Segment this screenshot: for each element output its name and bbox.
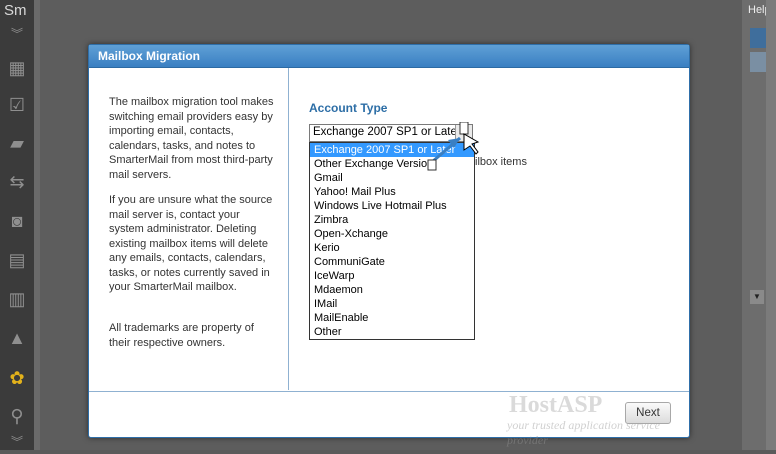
delete-items-label: ilbox items [475,156,527,168]
dialog-title: Mailbox Migration [89,45,689,68]
watermark-title: HostASP [509,392,603,418]
form-pane: Account Type ilbox items Exchange 2007 S… [289,68,689,390]
app-title: Sm [4,2,27,19]
option-open-xchange[interactable]: Open-Xchange [310,227,474,241]
next-button[interactable]: Next [625,402,671,424]
chevrons-down-icon[interactable]: ︾ [5,430,29,454]
gears-icon[interactable]: ✿ [5,366,29,390]
dialog-footer: HostASP your trusted application service… [89,391,689,447]
arrows-icon[interactable]: ⇆ [5,170,29,194]
info-paragraph: All trademarks are property of their res… [109,322,254,349]
info-pane: The mailbox migration tool makes switchi… [89,68,289,390]
account-type-label: Account Type [309,101,388,115]
option-icewarp[interactable]: IceWarp [310,269,474,283]
info-paragraph: The mailbox migration tool makes switchi… [109,96,274,181]
checkbox-icon[interactable]: ☑ [5,93,29,117]
warning-icon[interactable]: ▲ [5,326,29,350]
rss-icon[interactable]: ◙ [5,209,29,233]
cursor-icon [427,122,480,171]
app-sidebar: Sm ︾ ▦ ☑ ▰ ⇆ ◙ ▤ ▥ ▲ ✿ ⚲ ︾ [0,0,34,450]
option-imail[interactable]: IMail [310,297,474,311]
folders-icon[interactable]: ▤ [5,248,29,272]
bar-chart-icon[interactable]: ▥ [5,287,29,311]
option-hotmail[interactable]: Windows Live Hotmail Plus [310,199,474,213]
option-other[interactable]: Other [310,325,474,339]
mailbox-migration-dialog: Mailbox Migration The mailbox migration … [88,44,690,447]
scrollbar[interactable] [766,0,776,450]
option-mailenable[interactable]: MailEnable [310,311,474,325]
option-yahoo[interactable]: Yahoo! Mail Plus [310,185,474,199]
search-icon[interactable]: ⚲ [5,404,29,428]
chevron-down-icon[interactable]: ▼ [750,290,764,304]
option-zimbra[interactable]: Zimbra [310,213,474,227]
chevrons-down-icon[interactable]: ︾ [5,22,29,46]
dialog-body: The mailbox migration tool makes switchi… [89,68,689,390]
calendar-icon[interactable]: ▦ [5,56,29,80]
option-communigate[interactable]: CommuniGate [310,255,474,269]
option-kerio[interactable]: Kerio [310,241,474,255]
option-mdaemon[interactable]: Mdaemon [310,283,474,297]
note-icon[interactable]: ▰ [5,131,29,155]
info-paragraph: If you are unsure what the source mail s… [109,194,273,293]
